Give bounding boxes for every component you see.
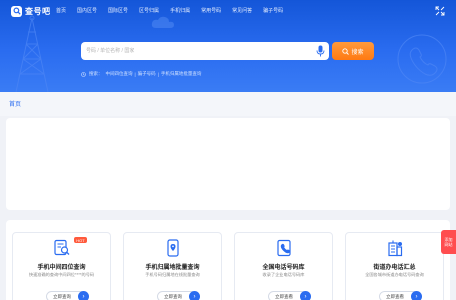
top-navbar: 查号吧 首页 国内区号 国际区号 区号归属 手机归属 常用号码 常见问答 骗子号… bbox=[0, 0, 456, 22]
breadcrumb-area bbox=[0, 92, 456, 116]
hot-separator: | bbox=[157, 71, 159, 77]
search-document-icon bbox=[54, 239, 70, 256]
nav-item-international-area-code[interactable]: 国际区号 bbox=[108, 7, 128, 14]
feature-description: 快速准确的查询中间四位****的号码 bbox=[28, 272, 95, 277]
arrow-right-icon: › bbox=[411, 291, 422, 300]
feature-action-button[interactable]: 立即查看 › bbox=[379, 291, 422, 300]
search-button[interactable]: 搜索 bbox=[332, 42, 374, 60]
feature-action-button[interactable]: 立即查询 › bbox=[46, 291, 89, 300]
feature-action-button[interactable]: 立即查看 › bbox=[268, 291, 311, 300]
building-icon bbox=[388, 240, 403, 257]
nav-item-home[interactable]: 首页 bbox=[56, 7, 66, 14]
microphone-icon[interactable] bbox=[316, 45, 325, 57]
main-nav: 首页 国内区号 国际区号 区号归属 手机归属 常用号码 常见问答 骗子号码 bbox=[56, 7, 294, 14]
feature-action-label: 立即查询 bbox=[53, 293, 71, 299]
site-logo[interactable]: 查号吧 bbox=[11, 5, 51, 17]
tower-decoration bbox=[15, 15, 49, 92]
feature-card-phone-directory[interactable]: 全国电话号码库 收录了企业电话号码库 立即查看 › bbox=[234, 232, 333, 300]
feature-description: 收录了企业电话号码库 bbox=[262, 272, 305, 277]
history-icon bbox=[81, 71, 86, 77]
feature-description: 手机号码归属地在线批量查询 bbox=[145, 272, 200, 277]
arrow-right-icon: › bbox=[189, 291, 200, 300]
logo-text: 查号吧 bbox=[25, 6, 51, 16]
nav-item-fraud-numbers[interactable]: 骗子号码 bbox=[263, 7, 283, 14]
hot-separator: | bbox=[134, 71, 136, 77]
hot-link-batch-location[interactable]: 手机归属地批量查询 bbox=[161, 71, 202, 77]
nav-item-mobile-location[interactable]: 手机归属 bbox=[170, 7, 190, 14]
phone-decoration bbox=[397, 34, 447, 84]
nav-item-common-numbers[interactable]: 常用号码 bbox=[201, 7, 221, 14]
feature-card-middle-four-query[interactable]: HOT 手机中间四位查询 快速准确的查询中间四位****的号码 立即查询 › bbox=[12, 232, 111, 300]
feature-title: 街道办电话汇总 bbox=[373, 265, 416, 271]
add-website-float-button[interactable]: 添加 网站 bbox=[441, 230, 456, 254]
hot-link-fraud[interactable]: 骗子号码 bbox=[138, 71, 156, 77]
hot-link-middle-four[interactable]: 中间四位查询 bbox=[106, 71, 133, 77]
feature-title: 全国电话号码库 bbox=[262, 265, 305, 271]
logo-icon bbox=[11, 5, 22, 17]
nav-item-area-code-location[interactable]: 区号归属 bbox=[139, 7, 159, 14]
feature-card-street-office[interactable]: 街道办电话汇总 全国各城市街道办电话号码查询 立即查看 › bbox=[345, 232, 444, 300]
hot-search: 搜索： 中间四位查询 | 骗子号码 | 手机归属地批量查询 bbox=[81, 71, 201, 77]
feature-description: 全国各城市街道办电话号码查询 bbox=[365, 272, 424, 277]
nav-item-domestic-area-code[interactable]: 国内区号 bbox=[77, 7, 97, 14]
hot-badge: HOT bbox=[74, 237, 87, 243]
search-input[interactable] bbox=[86, 45, 311, 57]
feature-card-batch-location[interactable]: 手机归属地批量查询 手机号码归属地在线批量查询 立即查询 › bbox=[123, 232, 222, 300]
search-button-label: 搜索 bbox=[351, 49, 364, 56]
content-card bbox=[6, 118, 450, 210]
search-box bbox=[81, 42, 329, 60]
search-icon bbox=[342, 47, 350, 55]
float-line-2: 网站 bbox=[444, 242, 453, 247]
feature-action-label: 立即查看 bbox=[386, 293, 404, 299]
feature-title: 手机归属地批量查询 bbox=[145, 265, 200, 271]
breadcrumb-home[interactable]: 首页 bbox=[9, 99, 21, 108]
arrow-right-icon: › bbox=[78, 291, 89, 300]
phone-location-icon bbox=[167, 239, 179, 257]
hot-search-label: 搜索： bbox=[89, 71, 103, 76]
feature-title: 手机中间四位查询 bbox=[37, 265, 86, 271]
feature-action-label: 立即查询 bbox=[164, 293, 182, 299]
hero-banner: 查号吧 首页 国内区号 国际区号 区号归属 手机归属 常用号码 常见问答 骗子号… bbox=[0, 0, 456, 92]
phone-book-icon bbox=[277, 239, 291, 257]
nav-item-faq[interactable]: 常见问答 bbox=[232, 7, 252, 14]
arrow-right-icon: › bbox=[300, 291, 311, 300]
feature-action-button[interactable]: 立即查询 › bbox=[157, 291, 200, 300]
feature-action-label: 立即查看 bbox=[275, 293, 293, 299]
tools-icon[interactable] bbox=[435, 6, 445, 16]
